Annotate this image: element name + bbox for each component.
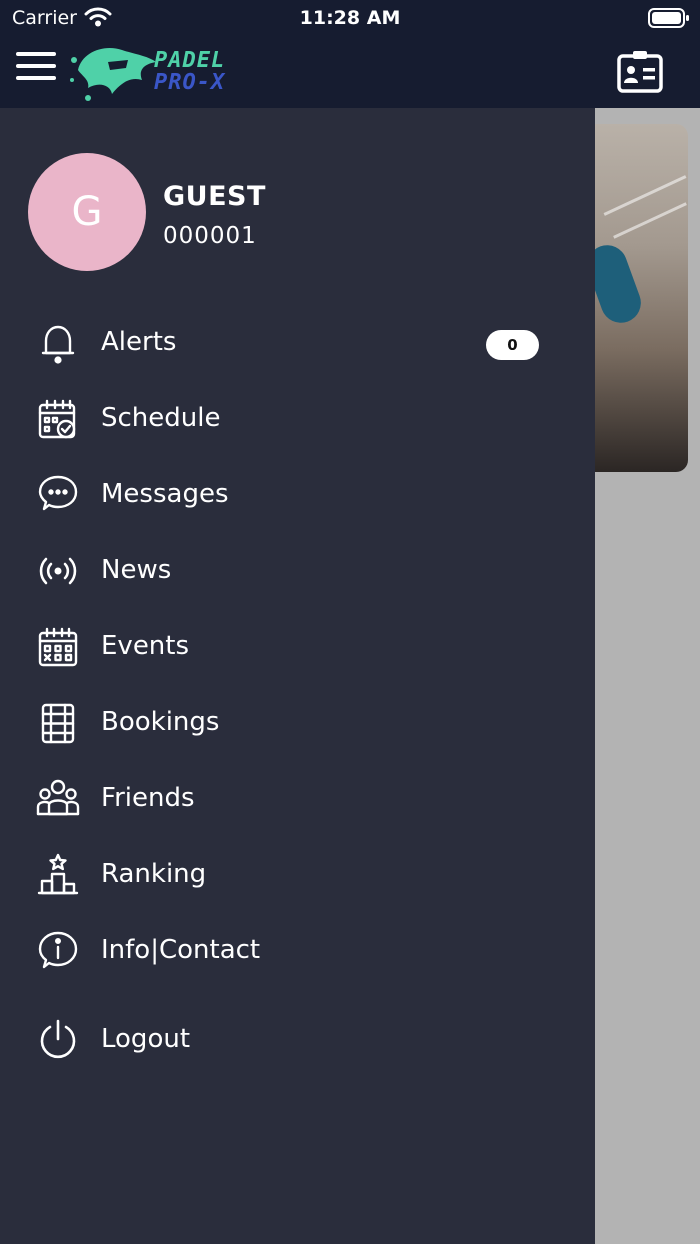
app-logo: PADEL PRO-X [68,40,258,104]
broadcast-icon [36,549,80,593]
hamburger-icon[interactable] [16,52,58,84]
status-bar: Carrier 11:28 AM [0,0,700,36]
menu-label: Info|Contact [101,935,261,965]
menu-label: Logout [101,1024,191,1054]
menu-item-messages[interactable]: Messages [0,463,595,523]
menu-item-events[interactable]: Events [0,615,595,675]
menu-item-logout[interactable]: Logout [0,1008,595,1068]
bell-icon [36,321,80,365]
menu-item-news[interactable]: News [0,539,595,599]
menu-item-alerts[interactable]: Alerts 0 [0,311,595,371]
battery-icon [648,8,690,28]
menu-label: Ranking [101,859,207,889]
app-header: Carrier 11:28 AM PADEL PRO-X [0,0,700,108]
logo-text-prox: PRO-X [154,70,226,95]
menu-item-info-contact[interactable]: Info|Contact [0,919,595,979]
alerts-count-badge: 0 [486,330,539,360]
group-icon [36,777,80,821]
power-icon [36,1018,80,1062]
chat-bubble-icon [36,473,80,517]
menu-label: Schedule [101,403,221,433]
profile-id: 000001 [163,223,257,249]
profile-name: GUEST [163,181,266,212]
menu-item-bookings[interactable]: Bookings [0,691,595,751]
court-icon [36,701,80,745]
menu-label: Messages [101,479,229,509]
avatar[interactable]: G [28,153,146,271]
id-card-icon[interactable] [616,50,664,94]
menu-item-ranking[interactable]: Ranking [0,843,595,903]
menu-label: News [101,555,172,585]
menu-label: Events [101,631,190,661]
navigation-drawer: G GUEST 000001 Alerts 0 Schedule Message… [0,108,595,1244]
menu-label: Friends [101,783,195,813]
calendar-grid-icon [36,625,80,669]
calendar-check-icon [36,397,80,441]
info-bubble-icon [36,929,80,973]
menu-label: Alerts [101,327,177,357]
podium-icon [36,853,80,897]
menu-label: Bookings [101,707,220,737]
menu-item-schedule[interactable]: Schedule [0,387,595,447]
menu-item-friends[interactable]: Friends [0,767,595,827]
clock: 11:28 AM [299,7,401,29]
